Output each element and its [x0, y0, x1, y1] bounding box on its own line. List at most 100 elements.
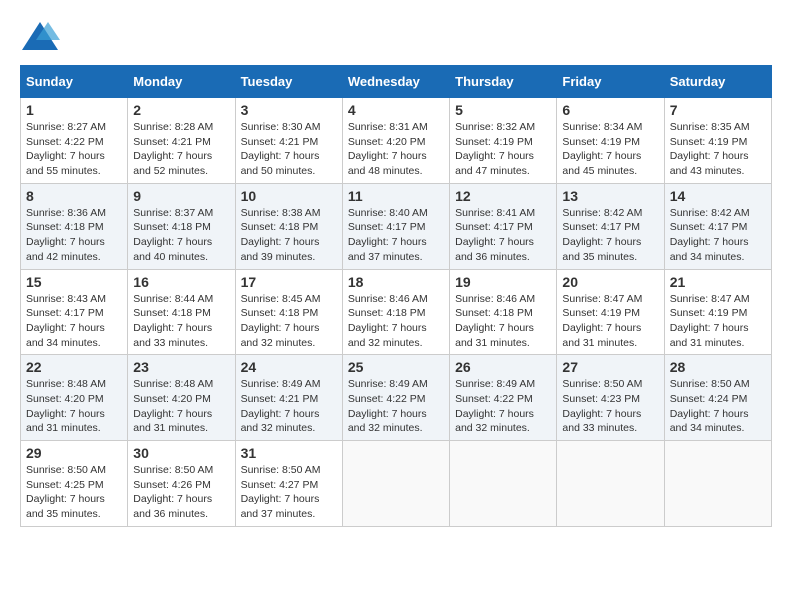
- day-number: 1: [26, 102, 122, 118]
- logo: [20, 20, 62, 55]
- calendar-cell: 7 Sunrise: 8:35 AM Sunset: 4:19 PM Dayli…: [664, 98, 771, 184]
- day-info: Sunrise: 8:48 AM Sunset: 4:20 PM Dayligh…: [26, 377, 122, 436]
- calendar-cell: 15 Sunrise: 8:43 AM Sunset: 4:17 PM Dayl…: [21, 269, 128, 355]
- day-number: 3: [241, 102, 337, 118]
- day-info: Sunrise: 8:37 AM Sunset: 4:18 PM Dayligh…: [133, 206, 229, 265]
- day-info: Sunrise: 8:50 AM Sunset: 4:26 PM Dayligh…: [133, 463, 229, 522]
- day-number: 19: [455, 274, 551, 290]
- calendar-cell: 20 Sunrise: 8:47 AM Sunset: 4:19 PM Dayl…: [557, 269, 664, 355]
- day-number: 14: [670, 188, 766, 204]
- day-number: 28: [670, 359, 766, 375]
- day-info: Sunrise: 8:44 AM Sunset: 4:18 PM Dayligh…: [133, 292, 229, 351]
- day-info: Sunrise: 8:47 AM Sunset: 4:19 PM Dayligh…: [562, 292, 658, 351]
- calendar-cell: 29 Sunrise: 8:50 AM Sunset: 4:25 PM Dayl…: [21, 441, 128, 527]
- day-info: Sunrise: 8:34 AM Sunset: 4:19 PM Dayligh…: [562, 120, 658, 179]
- calendar-cell: 25 Sunrise: 8:49 AM Sunset: 4:22 PM Dayl…: [342, 355, 449, 441]
- calendar-cell: 1 Sunrise: 8:27 AM Sunset: 4:22 PM Dayli…: [21, 98, 128, 184]
- calendar-week-1: 1 Sunrise: 8:27 AM Sunset: 4:22 PM Dayli…: [21, 98, 772, 184]
- day-number: 22: [26, 359, 122, 375]
- calendar-cell: 28 Sunrise: 8:50 AM Sunset: 4:24 PM Dayl…: [664, 355, 771, 441]
- day-info: Sunrise: 8:35 AM Sunset: 4:19 PM Dayligh…: [670, 120, 766, 179]
- calendar-table: SundayMondayTuesdayWednesdayThursdayFrid…: [20, 65, 772, 527]
- day-info: Sunrise: 8:27 AM Sunset: 4:22 PM Dayligh…: [26, 120, 122, 179]
- day-number: 7: [670, 102, 766, 118]
- calendar-cell: 9 Sunrise: 8:37 AM Sunset: 4:18 PM Dayli…: [128, 183, 235, 269]
- calendar-week-3: 15 Sunrise: 8:43 AM Sunset: 4:17 PM Dayl…: [21, 269, 772, 355]
- day-number: 6: [562, 102, 658, 118]
- calendar-week-4: 22 Sunrise: 8:48 AM Sunset: 4:20 PM Dayl…: [21, 355, 772, 441]
- day-info: Sunrise: 8:43 AM Sunset: 4:17 PM Dayligh…: [26, 292, 122, 351]
- calendar-cell: 16 Sunrise: 8:44 AM Sunset: 4:18 PM Dayl…: [128, 269, 235, 355]
- header-friday: Friday: [557, 66, 664, 98]
- calendar-cell: [450, 441, 557, 527]
- day-number: 21: [670, 274, 766, 290]
- calendar-cell: 5 Sunrise: 8:32 AM Sunset: 4:19 PM Dayli…: [450, 98, 557, 184]
- calendar-cell: [664, 441, 771, 527]
- header-saturday: Saturday: [664, 66, 771, 98]
- day-number: 24: [241, 359, 337, 375]
- day-number: 5: [455, 102, 551, 118]
- calendar-cell: 18 Sunrise: 8:46 AM Sunset: 4:18 PM Dayl…: [342, 269, 449, 355]
- day-info: Sunrise: 8:41 AM Sunset: 4:17 PM Dayligh…: [455, 206, 551, 265]
- day-info: Sunrise: 8:46 AM Sunset: 4:18 PM Dayligh…: [455, 292, 551, 351]
- day-info: Sunrise: 8:40 AM Sunset: 4:17 PM Dayligh…: [348, 206, 444, 265]
- calendar-week-5: 29 Sunrise: 8:50 AM Sunset: 4:25 PM Dayl…: [21, 441, 772, 527]
- day-info: Sunrise: 8:47 AM Sunset: 4:19 PM Dayligh…: [670, 292, 766, 351]
- day-number: 11: [348, 188, 444, 204]
- day-number: 2: [133, 102, 229, 118]
- calendar-cell: 14 Sunrise: 8:42 AM Sunset: 4:17 PM Dayl…: [664, 183, 771, 269]
- calendar-cell: 30 Sunrise: 8:50 AM Sunset: 4:26 PM Dayl…: [128, 441, 235, 527]
- calendar-cell: 21 Sunrise: 8:47 AM Sunset: 4:19 PM Dayl…: [664, 269, 771, 355]
- day-info: Sunrise: 8:46 AM Sunset: 4:18 PM Dayligh…: [348, 292, 444, 351]
- day-info: Sunrise: 8:45 AM Sunset: 4:18 PM Dayligh…: [241, 292, 337, 351]
- day-number: 20: [562, 274, 658, 290]
- calendar-cell: 23 Sunrise: 8:48 AM Sunset: 4:20 PM Dayl…: [128, 355, 235, 441]
- day-info: Sunrise: 8:50 AM Sunset: 4:24 PM Dayligh…: [670, 377, 766, 436]
- day-info: Sunrise: 8:36 AM Sunset: 4:18 PM Dayligh…: [26, 206, 122, 265]
- day-info: Sunrise: 8:49 AM Sunset: 4:22 PM Dayligh…: [455, 377, 551, 436]
- calendar-cell: 12 Sunrise: 8:41 AM Sunset: 4:17 PM Dayl…: [450, 183, 557, 269]
- day-number: 29: [26, 445, 122, 461]
- day-number: 12: [455, 188, 551, 204]
- day-number: 15: [26, 274, 122, 290]
- calendar-cell: 11 Sunrise: 8:40 AM Sunset: 4:17 PM Dayl…: [342, 183, 449, 269]
- day-number: 18: [348, 274, 444, 290]
- day-number: 27: [562, 359, 658, 375]
- day-info: Sunrise: 8:38 AM Sunset: 4:18 PM Dayligh…: [241, 206, 337, 265]
- calendar-header-row: SundayMondayTuesdayWednesdayThursdayFrid…: [21, 66, 772, 98]
- calendar-cell: 26 Sunrise: 8:49 AM Sunset: 4:22 PM Dayl…: [450, 355, 557, 441]
- day-info: Sunrise: 8:50 AM Sunset: 4:25 PM Dayligh…: [26, 463, 122, 522]
- calendar-cell: 2 Sunrise: 8:28 AM Sunset: 4:21 PM Dayli…: [128, 98, 235, 184]
- header-wednesday: Wednesday: [342, 66, 449, 98]
- calendar-cell: 22 Sunrise: 8:48 AM Sunset: 4:20 PM Dayl…: [21, 355, 128, 441]
- day-number: 23: [133, 359, 229, 375]
- day-number: 13: [562, 188, 658, 204]
- calendar-cell: 6 Sunrise: 8:34 AM Sunset: 4:19 PM Dayli…: [557, 98, 664, 184]
- page-header: [20, 20, 772, 55]
- calendar-cell: 8 Sunrise: 8:36 AM Sunset: 4:18 PM Dayli…: [21, 183, 128, 269]
- day-number: 16: [133, 274, 229, 290]
- calendar-cell: 24 Sunrise: 8:49 AM Sunset: 4:21 PM Dayl…: [235, 355, 342, 441]
- calendar-cell: 4 Sunrise: 8:31 AM Sunset: 4:20 PM Dayli…: [342, 98, 449, 184]
- day-number: 31: [241, 445, 337, 461]
- day-info: Sunrise: 8:50 AM Sunset: 4:23 PM Dayligh…: [562, 377, 658, 436]
- day-info: Sunrise: 8:49 AM Sunset: 4:22 PM Dayligh…: [348, 377, 444, 436]
- header-monday: Monday: [128, 66, 235, 98]
- calendar-cell: 19 Sunrise: 8:46 AM Sunset: 4:18 PM Dayl…: [450, 269, 557, 355]
- calendar-cell: [342, 441, 449, 527]
- day-number: 10: [241, 188, 337, 204]
- day-number: 17: [241, 274, 337, 290]
- day-number: 26: [455, 359, 551, 375]
- header-thursday: Thursday: [450, 66, 557, 98]
- calendar-cell: [557, 441, 664, 527]
- day-info: Sunrise: 8:31 AM Sunset: 4:20 PM Dayligh…: [348, 120, 444, 179]
- calendar-cell: 27 Sunrise: 8:50 AM Sunset: 4:23 PM Dayl…: [557, 355, 664, 441]
- day-info: Sunrise: 8:32 AM Sunset: 4:19 PM Dayligh…: [455, 120, 551, 179]
- header-sunday: Sunday: [21, 66, 128, 98]
- calendar-cell: 13 Sunrise: 8:42 AM Sunset: 4:17 PM Dayl…: [557, 183, 664, 269]
- day-info: Sunrise: 8:28 AM Sunset: 4:21 PM Dayligh…: [133, 120, 229, 179]
- day-number: 4: [348, 102, 444, 118]
- logo-icon: [20, 20, 60, 55]
- calendar-cell: 10 Sunrise: 8:38 AM Sunset: 4:18 PM Dayl…: [235, 183, 342, 269]
- calendar-cell: 17 Sunrise: 8:45 AM Sunset: 4:18 PM Dayl…: [235, 269, 342, 355]
